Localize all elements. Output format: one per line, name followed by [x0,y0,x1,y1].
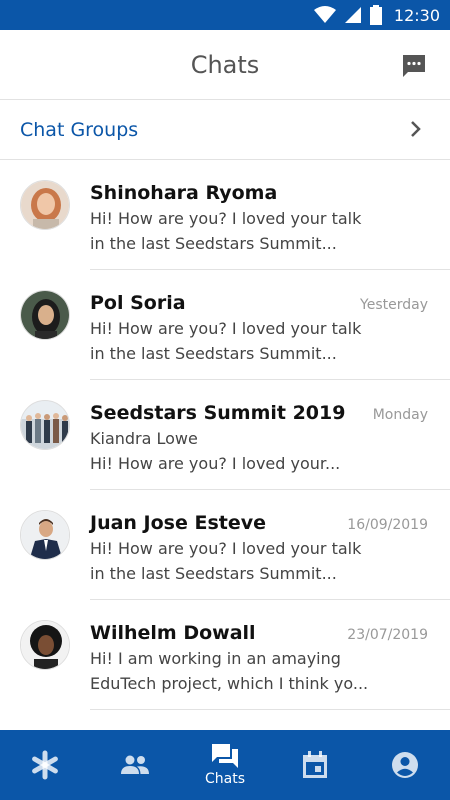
chat-name: Shinohara Ryoma [90,182,278,204]
chat-groups-label: Chat Groups [20,118,139,141]
chevron-right-icon [411,121,421,137]
chat-item[interactable]: Pol Soria Yesterday Hi! How are you? I l… [0,270,450,380]
battery-icon [369,5,382,25]
chat-preview: EduTech project, which I think yo... [90,674,369,693]
chat-preview: in the last Seedstars Summit... [90,344,337,363]
chat-name: Seedstars Summit 2019 [90,402,346,424]
chat-time: Monday [372,407,428,423]
nav-calendar[interactable] [270,730,360,800]
bottom-nav: Chats [0,730,450,800]
chat-preview: Hi! How are you? I loved your talk [90,539,362,558]
chat-preview: Hi! I am working in an amaying [90,649,341,668]
chat-time: 23/07/2019 [347,627,428,643]
people-icon [121,755,149,774]
status-bar: 12:30 [0,0,450,30]
profile-icon [392,752,418,778]
chat-item[interactable]: Shinohara Ryoma Hi! How are you? I loved… [0,160,450,270]
chat-name: Wilhelm Dowall [90,622,256,644]
nav-home[interactable] [0,730,90,800]
avatar [20,290,70,340]
nav-chats[interactable]: Chats [180,730,270,800]
asterisk-icon [32,750,58,780]
status-time: 12:30 [393,5,440,25]
chat-item[interactable]: Juan Jose Esteve 16/09/2019 Hi! How are … [0,490,450,600]
nav-people[interactable] [90,730,180,800]
page-title: Chats [190,50,260,79]
message-icon [403,55,425,77]
chat-item[interactable]: Wilhelm Dowall 23/07/2019 Hi! I am worki… [0,600,450,710]
avatar [20,180,70,230]
avatar [20,510,70,560]
chat-item[interactable]: Seedstars Summit 2019 Monday Kiandra Low… [0,380,450,490]
chat-list: Shinohara Ryoma Hi! How are you? I loved… [0,160,450,730]
chat-preview: Hi! How are you? I loved your talk [90,319,362,338]
chat-sender: Kiandra Lowe [90,429,198,448]
chat-name: Juan Jose Esteve [90,512,267,534]
chat-name: Pol Soria [90,292,186,314]
chats-icon [212,744,238,768]
chat-preview: Hi! How are you? I loved your... [90,454,341,473]
chat-preview: Hi! How are you? I loved your talk [90,209,362,228]
chat-groups-row[interactable]: Chat Groups [0,100,450,160]
avatar [20,620,70,670]
signal-icon [344,7,361,23]
app-header: Chats [0,30,450,100]
chat-preview: in the last Seedstars Summit... [90,234,337,253]
nav-label: Chats [204,771,245,787]
chat-time: Yesterday [360,297,428,313]
new-message-button[interactable] [400,52,428,80]
chat-preview: in the last Seedstars Summit... [90,564,337,583]
nav-profile[interactable] [360,730,450,800]
calendar-icon [303,751,327,778]
wifi-icon [313,6,336,23]
chat-time: 16/09/2019 [347,517,428,533]
avatar [20,400,70,450]
